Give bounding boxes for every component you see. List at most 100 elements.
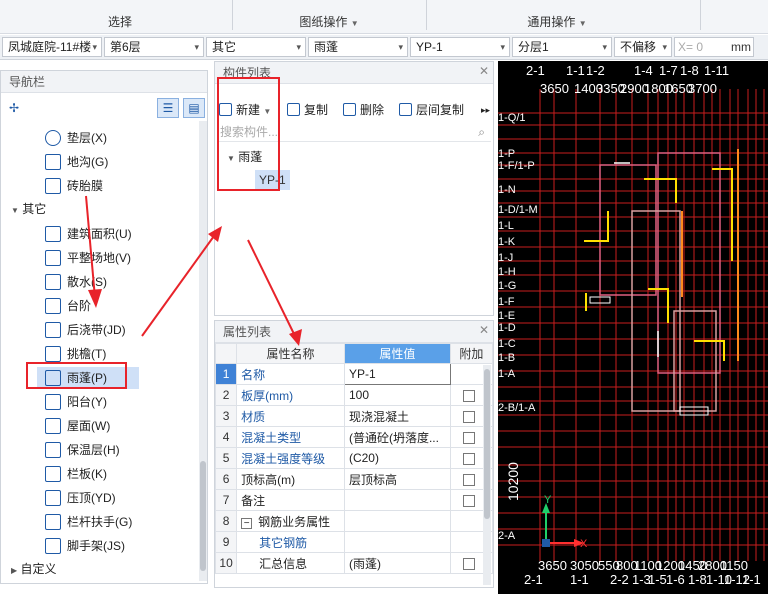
prop-value[interactable] bbox=[343, 531, 451, 553]
table-row[interactable]: 6 顶标高(m) 层顶标高 bbox=[214, 468, 494, 490]
tree-item-yp1[interactable]: YP-1 bbox=[255, 170, 290, 190]
collapse-icon: ▼ bbox=[227, 154, 235, 163]
nav-item-insulation[interactable]: 保温层(H) bbox=[45, 439, 120, 461]
table-row[interactable]: 3 材质 现浇混凝土 bbox=[214, 405, 494, 427]
nav-item-eave[interactable]: 挑檐(T) bbox=[45, 343, 106, 365]
floor-select[interactable]: 第6层 ▾ bbox=[104, 37, 204, 57]
nav-item-balcony[interactable]: 阳台(Y) bbox=[45, 391, 107, 413]
table-row[interactable]: 2 板厚(mm) 100 bbox=[214, 384, 494, 406]
scrollbar-thumb[interactable] bbox=[484, 369, 490, 519]
axis-label-top: 1-8 bbox=[680, 63, 699, 78]
nav-item-label: 地沟(G) bbox=[67, 155, 109, 169]
prop-value[interactable]: (雨蓬) bbox=[343, 552, 451, 574]
nav-item-canopy[interactable]: 雨蓬(P) bbox=[37, 367, 139, 389]
extra-checkbox[interactable] bbox=[462, 494, 475, 507]
button-label: 层间复制 bbox=[416, 103, 465, 117]
button-label: 复制 bbox=[304, 103, 329, 117]
prop-value[interactable]: 层顶标高 bbox=[343, 468, 451, 490]
extra-checkbox[interactable] bbox=[462, 389, 475, 402]
nav-item-coping[interactable]: 压顶(YD) bbox=[45, 487, 116, 509]
table-row[interactable]: 7 备注 bbox=[214, 489, 494, 511]
table-row[interactable]: 4 混凝土类型 (普通砼(坍落度... bbox=[214, 426, 494, 448]
nav-item-label: 压顶(YD) bbox=[67, 491, 116, 505]
nav-item-steps[interactable]: 台阶 bbox=[45, 295, 91, 317]
prop-value[interactable]: 100 bbox=[343, 384, 451, 406]
component-list-title: 构件列表 bbox=[215, 62, 493, 84]
extra-checkbox[interactable] bbox=[462, 410, 475, 423]
offset-select[interactable]: 不偏移 ▾ bbox=[614, 37, 672, 57]
extra-checkbox[interactable] bbox=[462, 452, 475, 465]
eave-icon bbox=[45, 345, 61, 362]
select-value: YP-1 bbox=[416, 40, 443, 54]
collapse-icon[interactable]: − bbox=[241, 517, 253, 529]
row-index: 4 bbox=[214, 426, 238, 448]
floor-copy-button[interactable]: 层间复制 bbox=[399, 100, 464, 120]
type-select[interactable]: 雨蓬 ▾ bbox=[308, 37, 408, 57]
prop-value[interactable]: 现浇混凝土 bbox=[343, 405, 451, 427]
copy-button[interactable]: 复制 bbox=[287, 100, 328, 120]
drawing-canvas[interactable]: 2-1 1-1 1-2 1-4 1-7 1-8 1-11 3650 1400 3350 2900 18… bbox=[498, 61, 768, 594]
delete-button[interactable]: 删除 bbox=[343, 100, 384, 120]
nav-item-scaffold[interactable]: 脚手架(JS) bbox=[45, 535, 125, 557]
list-view-icon[interactable]: ☰ bbox=[157, 98, 179, 118]
nav-category-other[interactable]: ▼ 其它 bbox=[11, 199, 46, 219]
nav-item-brick-membrane[interactable]: 砖胎膜 bbox=[45, 175, 103, 197]
table-row[interactable]: 5 混凝土强度等级 (C20) bbox=[214, 447, 494, 469]
layer-select[interactable]: 分层1 ▾ bbox=[512, 37, 612, 57]
ribbon-group-drawing[interactable]: 图纸操作 ▼ bbox=[232, 0, 426, 34]
component-search-input[interactable]: 搜索构件... ⌕ bbox=[217, 122, 491, 142]
scrollbar-thumb[interactable] bbox=[200, 461, 206, 571]
nav-item-building-area[interactable]: 建筑面积(U) bbox=[45, 223, 132, 245]
component-list-panel: 构件列表 ✕ 新建 ▼ 复制 删除 层间复制 ▸▸ 搜索构件... ⌕ ▼ 雨蓬 … bbox=[214, 61, 494, 316]
close-icon[interactable]: ✕ bbox=[479, 323, 489, 337]
close-icon[interactable]: ✕ bbox=[479, 64, 489, 78]
nav-item-apron[interactable]: 散水(S) bbox=[45, 271, 107, 293]
table-row[interactable]: 9 其它钢筋 bbox=[214, 531, 494, 553]
component-select[interactable]: YP-1 ▾ bbox=[410, 37, 510, 57]
chevron-down-icon: ▼ bbox=[350, 19, 359, 28]
extra-checkbox[interactable] bbox=[462, 431, 475, 444]
prop-value[interactable] bbox=[343, 489, 451, 511]
prop-value[interactable]: (普通砼(坍落度... bbox=[343, 426, 451, 448]
ribbon-group-general[interactable]: 通用操作 ▼ bbox=[426, 0, 688, 34]
nav-item-trench[interactable]: 地沟(G) bbox=[45, 151, 108, 173]
prop-name: 备注 bbox=[236, 489, 345, 511]
nav-item-railing[interactable]: 栏杆扶手(G) bbox=[45, 511, 132, 533]
select-value: 不偏移 bbox=[620, 40, 657, 54]
row-index: 2 bbox=[214, 384, 238, 406]
properties-scrollbar[interactable] bbox=[483, 365, 491, 585]
prop-name: 板厚(mm) bbox=[236, 384, 345, 406]
prop-value[interactable]: (C20) bbox=[343, 447, 451, 469]
new-button[interactable]: 新建 ▼ bbox=[219, 100, 271, 120]
dimension-label-bottom: 3050 bbox=[570, 558, 599, 573]
dimension-label-bottom: 3650 bbox=[538, 558, 567, 573]
extra-checkbox[interactable] bbox=[462, 473, 475, 486]
tree-root[interactable]: ▼ 雨蓬 bbox=[227, 148, 262, 168]
project-select[interactable]: 凤城庭院-11#楼 ▾ bbox=[2, 37, 102, 57]
detail-view-icon[interactable]: ▤ bbox=[183, 98, 205, 118]
more-icon[interactable]: ▸▸ bbox=[481, 100, 490, 120]
row-index: 6 bbox=[214, 468, 238, 490]
selector-bar: 凤城庭院-11#楼 ▾ 第6层 ▾ 其它 ▾ 雨蓬 ▾ YP-1 ▾ 分层1 ▾ 不偏移 ▾ … bbox=[0, 35, 768, 60]
prop-value-input[interactable]: YP-1 bbox=[343, 363, 451, 385]
x-coordinate-input[interactable]: X= 0 mm bbox=[674, 37, 754, 57]
table-row[interactable]: 8− 钢筋业务属性 bbox=[214, 510, 494, 532]
axis-label-left: 1-F bbox=[498, 296, 515, 308]
nav-item-roof[interactable]: 屋面(W) bbox=[45, 415, 110, 437]
nav-item-label: 垫层(X) bbox=[67, 131, 107, 145]
nav-item-post-cast-strip[interactable]: 后浇带(JD) bbox=[45, 319, 126, 341]
category-select[interactable]: 其它 ▾ bbox=[206, 37, 306, 57]
button-label: 删除 bbox=[360, 103, 385, 117]
ribbon-group-label: 图纸操作 bbox=[299, 15, 348, 29]
prop-name: 混凝土强度等级 bbox=[236, 447, 345, 469]
nav-item-parapet[interactable]: 栏板(K) bbox=[45, 463, 107, 485]
nav-scrollbar[interactable] bbox=[199, 121, 207, 581]
table-row[interactable]: 1 名称 YP-1 bbox=[214, 363, 494, 385]
pin-icon[interactable]: ✢ bbox=[9, 101, 19, 115]
axis-label-left: 1-J bbox=[498, 252, 513, 264]
extra-checkbox[interactable] bbox=[462, 557, 475, 570]
nav-item-cushion[interactable]: 垫层(X) bbox=[45, 127, 107, 149]
table-row[interactable]: 10 汇总信息 (雨蓬) bbox=[214, 552, 494, 574]
nav-category-custom[interactable]: ▶ 自定义 bbox=[11, 559, 57, 579]
nav-item-site-leveling[interactable]: 平整场地(V) bbox=[45, 247, 131, 269]
